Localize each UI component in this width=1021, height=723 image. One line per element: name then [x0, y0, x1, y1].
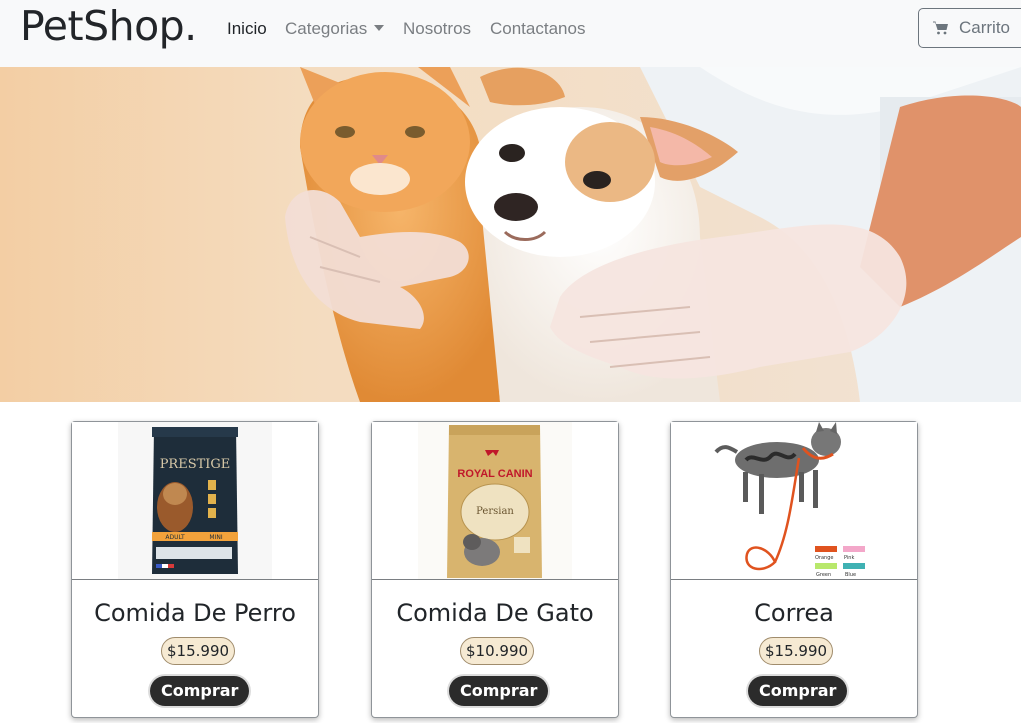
- cart-icon: [933, 21, 948, 35]
- nav-link-nosotros[interactable]: Nosotros: [403, 19, 471, 39]
- chevron-down-icon: [374, 25, 385, 31]
- cat-food-brand: ROYAL CANIN: [457, 468, 532, 480]
- price-badge: $15.990: [759, 637, 834, 665]
- price-badge: $10.990: [460, 637, 535, 665]
- swatch-green: Green: [816, 572, 831, 578]
- swatch-pink: Pink: [844, 555, 854, 561]
- nav-link-contactanos[interactable]: Contactanos: [490, 19, 585, 39]
- buy-button[interactable]: Comprar: [150, 676, 250, 706]
- dog-food-label-mini: MINI: [209, 534, 222, 541]
- product-image-cat-food: ROYAL CANIN Persian: [372, 422, 618, 580]
- cart-button[interactable]: Carrito: [918, 8, 1021, 48]
- hero-banner: [0, 67, 1021, 402]
- dog-food-brand: PRESTIGE: [160, 457, 231, 472]
- price-badge: $15.990: [161, 637, 236, 665]
- cat-food-bag-image: ROYAL CANIN Persian: [418, 422, 572, 579]
- swatch-orange: Orange: [815, 555, 833, 561]
- product-card-leash: Orange Pink Green Blue Correa $15.990 Co…: [670, 421, 918, 718]
- buy-button[interactable]: Comprar: [748, 676, 848, 706]
- buy-button[interactable]: Comprar: [449, 676, 549, 706]
- navbar: PetShop. Inicio Categorias Nosotros Cont…: [0, 0, 1021, 67]
- cat-leash-image: Orange Pink Green Blue: [713, 422, 871, 579]
- product-title: Comida De Perro: [94, 599, 296, 627]
- swatch-blue: Blue: [845, 572, 856, 578]
- product-image-leash: Orange Pink Green Blue: [671, 422, 917, 580]
- nav-link-categorias[interactable]: Categorias: [285, 19, 385, 39]
- dog-food-label-adult: ADULT: [165, 534, 185, 541]
- product-title: Correa: [754, 599, 834, 627]
- cart-label: Carrito: [959, 18, 1011, 37]
- nav-link-inicio[interactable]: Inicio: [227, 19, 267, 39]
- nav-link-label: Categorias: [285, 19, 368, 38]
- product-title: Comida De Gato: [396, 599, 594, 627]
- product-card-cat-food: ROYAL CANIN Persian Comida De Gato $10.9…: [371, 421, 619, 718]
- product-image-dog-food: PRESTIGE ADULT MINI: [72, 422, 318, 580]
- hero-image: [0, 67, 1021, 402]
- product-card-dog-food: PRESTIGE ADULT MINI Comida De Perro $15.…: [71, 421, 319, 718]
- brand-logo[interactable]: PetShop.: [20, 2, 197, 50]
- cat-food-sub: Persian: [476, 506, 514, 517]
- dog-food-bag-image: PRESTIGE ADULT MINI: [118, 422, 272, 579]
